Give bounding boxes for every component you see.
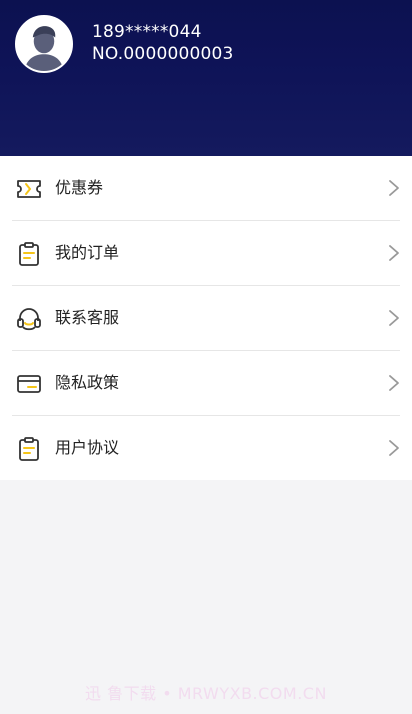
- ticket-icon: [16, 176, 42, 202]
- menu-item-label: 用户协议: [55, 438, 120, 457]
- user-number: NO.0000000003: [92, 44, 234, 64]
- chevron-right-icon: [388, 244, 400, 262]
- chevron-right-icon: [388, 374, 400, 392]
- headset-icon: [16, 306, 42, 332]
- user-phone: 189*****044: [92, 22, 202, 42]
- user-avatar-icon: [17, 17, 71, 71]
- chevron-right-icon: [388, 309, 400, 327]
- menu-item-label: 优惠券: [55, 178, 104, 197]
- menu-item-privacy[interactable]: 隐私政策: [0, 351, 412, 416]
- avatar[interactable]: [15, 15, 73, 73]
- menu-item-label: 联系客服: [55, 308, 120, 327]
- card-icon: [16, 371, 42, 397]
- menu-item-support[interactable]: 联系客服: [0, 286, 412, 351]
- chevron-right-icon: [388, 439, 400, 457]
- clipboard-icon: [16, 241, 42, 267]
- clipboard-icon: [16, 436, 42, 462]
- menu-list: 优惠券 我的订单 联系客服 隐私政策 用户协议: [0, 156, 412, 480]
- chevron-right-icon: [388, 179, 400, 197]
- menu-item-user-agreement[interactable]: 用户协议: [0, 416, 412, 481]
- menu-item-label: 隐私政策: [55, 373, 120, 392]
- menu-item-coupons[interactable]: 优惠券: [0, 156, 412, 221]
- profile-header: 189*****044 NO.0000000003: [0, 0, 412, 156]
- menu-item-orders[interactable]: 我的订单: [0, 221, 412, 286]
- watermark-text: 迅 鲁下载 • MRWYXB.COM.CN: [85, 684, 327, 703]
- menu-item-label: 我的订单: [55, 243, 120, 262]
